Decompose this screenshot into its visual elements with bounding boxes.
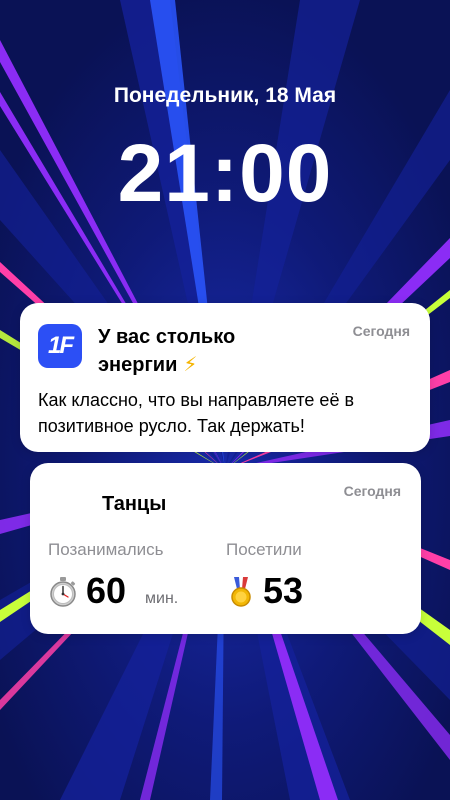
lock-screen: Понедельник, 18 Мая 21:00 1F У вас столь… [0,0,450,800]
notification-card[interactable]: 1F У вас столько энергии ⚡ Сегодня Как кл… [20,303,430,452]
widget-timestamp: Сегодня [343,483,401,499]
activity-widget[interactable]: Танцы Сегодня Позанимались 60 мин. Посет… [30,463,421,634]
stat-label-visits: Посетили [226,540,302,559]
notification-timestamp: Сегодня [352,323,410,339]
lockscreen-date: Понедельник, 18 Мая [113,84,337,107]
stat-unit-duration: мин. [145,590,179,607]
app-icon: 1F [38,324,82,368]
stat-value-visits: 53 [263,570,304,611]
notification-title-text: У вас столько энергии [98,326,236,376]
lockscreen-clock: 21:00 [117,128,333,219]
stopwatch-icon [50,577,76,607]
notification-body: Как классно, что вы направляете её в поз… [38,390,355,436]
stat-value-duration: 60 [86,570,127,611]
medal-icon [231,577,251,607]
lightning-icon: ⚡ [183,354,198,376]
widget-title: Танцы [102,493,167,515]
stat-label-duration: Позанимались [48,540,164,559]
notification-title: У вас столько энергии ⚡ [98,323,328,379]
